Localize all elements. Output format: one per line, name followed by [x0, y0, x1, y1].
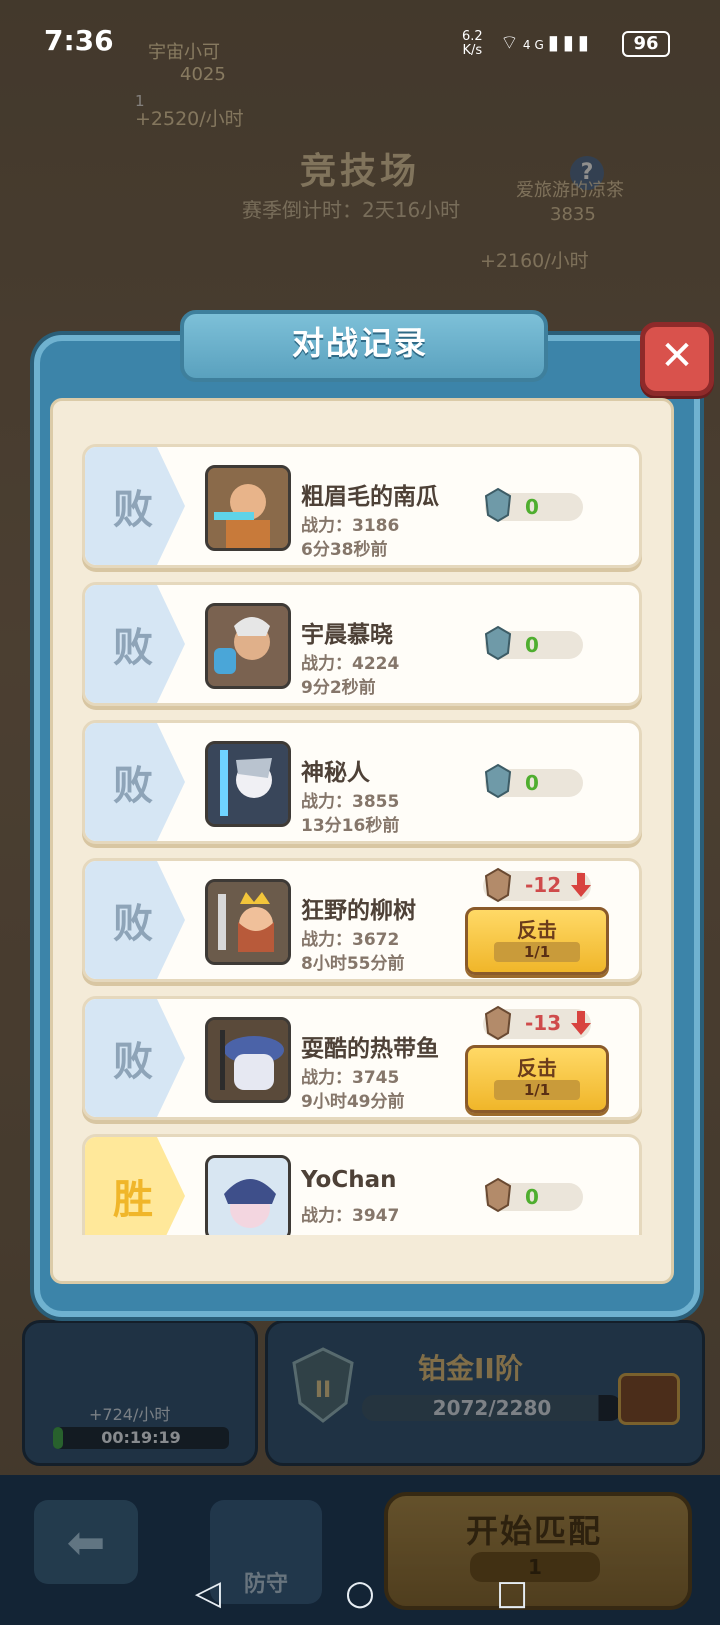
opponent-avatar[interactable]	[205, 1155, 291, 1235]
opponent-avatar[interactable]	[205, 603, 291, 689]
wifi-icon: ⌔	[500, 30, 523, 54]
avatar-portrait-icon	[208, 1158, 288, 1235]
battle-time: 6分38秒前	[301, 540, 388, 560]
status-signal-icons: ⌔4G▮▮▮	[500, 30, 593, 55]
opponent-name: 耍酷的热带鱼	[301, 1036, 439, 1062]
opponent-avatar[interactable]	[205, 879, 291, 965]
opponent-power: 战力：4224	[301, 654, 400, 674]
avatar-portrait-icon	[208, 468, 288, 548]
system-nav-bar: ◁ ○ □	[0, 1565, 720, 1625]
record-card[interactable]: 胜 YoChan 战力：3947 0	[82, 1134, 642, 1235]
revenge-count: 1/1	[494, 942, 580, 962]
opponent-name: 神秘人	[301, 760, 370, 786]
result-label: 败	[113, 763, 153, 809]
status-time: 7:36	[44, 24, 114, 57]
avatar-portrait-icon	[208, 744, 288, 824]
opponent-name: YoChan	[301, 1167, 397, 1193]
result-label: 败	[113, 487, 153, 533]
trophy-badge-icon	[484, 625, 512, 661]
score-change: 0	[525, 633, 539, 657]
battle-time: 8小时55分前	[301, 954, 405, 974]
record-card[interactable]: 败 耍酷的热带鱼 战力：3745 9小时49分前 -13 反击 1/1	[82, 996, 642, 1120]
opponent-power: 战力：3855	[301, 792, 400, 812]
battery-icon: 96	[622, 31, 670, 57]
opponent-name: 狂野的柳树	[301, 898, 416, 924]
opponent-avatar[interactable]	[205, 1017, 291, 1103]
revenge-button[interactable]: 反击 1/1	[465, 907, 609, 975]
battle-time: 9小时49分前	[301, 1092, 405, 1112]
revenge-button[interactable]: 反击 1/1	[465, 1045, 609, 1113]
opponent-power: 战力：3745	[301, 1068, 400, 1088]
revenge-label: 反击	[517, 1056, 557, 1080]
result-label: 胜	[113, 1177, 153, 1223]
record-card[interactable]: 败 宇晨慕晓 战力：4224 9分2秒前 0	[82, 582, 642, 706]
signal-icon: ▮▮▮	[547, 30, 593, 54]
status-net-speed: 6.2 K/s	[462, 29, 483, 58]
nav-back-icon[interactable]: ◁	[186, 1571, 230, 1615]
record-card[interactable]: 败 狂野的柳树 战力：3672 8小时55分前 -12 反击 1/1	[82, 858, 642, 982]
score-change: -12	[525, 873, 562, 897]
arrow-down-icon	[571, 1011, 591, 1035]
trophy-badge-icon	[484, 487, 512, 523]
opponent-power: 战力：3186	[301, 516, 400, 536]
revenge-count: 1/1	[494, 1080, 580, 1100]
close-button[interactable]: ✕	[640, 322, 714, 396]
nav-home-icon[interactable]: ○	[338, 1571, 382, 1615]
result-label: 败	[113, 1039, 153, 1085]
result-label: 败	[113, 625, 153, 671]
score-change: 0	[525, 495, 539, 519]
trophy-badge-icon	[484, 763, 512, 799]
trophy-badge-icon	[484, 1177, 512, 1213]
opponent-name: 粗眉毛的南瓜	[301, 484, 439, 510]
avatar-portrait-icon	[208, 1020, 288, 1100]
revenge-label: 反击	[517, 918, 557, 942]
trophy-badge-icon	[484, 1005, 512, 1041]
nav-recents-icon[interactable]: □	[490, 1571, 534, 1615]
record-card[interactable]: 败 粗眉毛的南瓜 战力：3186 6分38秒前 0	[82, 444, 642, 568]
score-change: -13	[525, 1011, 562, 1035]
record-card[interactable]: 败 神秘人 战力：3855 13分16秒前 0	[82, 720, 642, 844]
battle-time: 9分2秒前	[301, 678, 376, 698]
arrow-down-icon	[571, 873, 591, 897]
opponent-name: 宇晨慕晓	[301, 622, 393, 648]
opponent-power: 战力：3947	[301, 1206, 400, 1226]
opponent-power: 战力：3672	[301, 930, 400, 950]
avatar-portrait-icon	[208, 882, 288, 962]
battle-time: 13分16秒前	[301, 816, 400, 836]
status-network: 4G	[522, 38, 548, 52]
trophy-badge-icon	[484, 867, 512, 903]
result-label: 败	[113, 901, 153, 947]
modal-title: 对战记录	[291, 324, 428, 362]
status-bar: 7:36 6.2 K/s ⌔4G▮▮▮ 96	[0, 0, 720, 90]
record-list[interactable]: 败 粗眉毛的南瓜 战力：3186 6分38秒前 0 败 宇晨慕晓 战力：4224…	[60, 410, 656, 1235]
opponent-avatar[interactable]	[205, 741, 291, 827]
score-change: 0	[525, 1185, 539, 1209]
opponent-avatar[interactable]	[205, 465, 291, 551]
score-change: 0	[525, 771, 539, 795]
avatar-portrait-icon	[208, 606, 288, 686]
